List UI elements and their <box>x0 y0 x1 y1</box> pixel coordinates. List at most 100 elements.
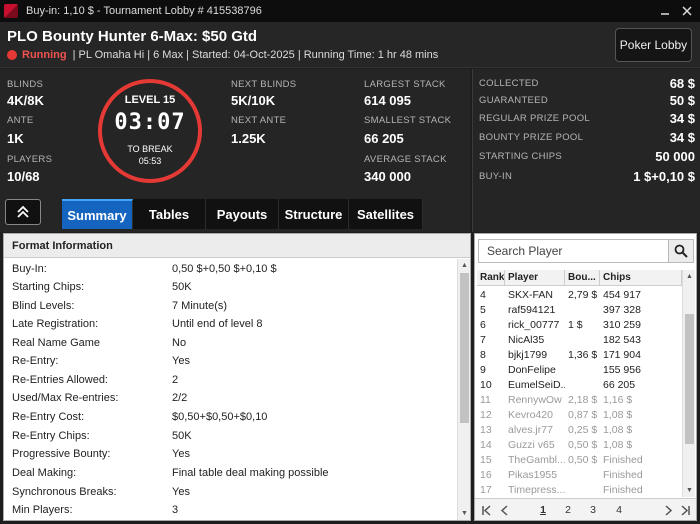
format-row: Buy-In: 0,50 $+0,50 $+0,10 $ <box>12 263 277 275</box>
format-row: Synchronous Breaks: Yes <box>12 486 190 498</box>
table-row[interactable]: 6 rick_00777 1 $310 259 <box>477 317 682 332</box>
column-chips[interactable]: Chips <box>600 270 682 285</box>
poker-lobby-button[interactable]: Poker Lobby <box>615 28 692 62</box>
scrollbar-thumb[interactable] <box>685 314 694 444</box>
prize-info: COLLECTED 68 $ GUARANTEED 50 $ REGULAR P… <box>472 69 700 232</box>
window-title: Buy-in: 1,10 $ - Tournament Lobby # 4155… <box>26 5 262 17</box>
ante-label: ANTE <box>7 115 34 126</box>
tab-satellites[interactable]: Satellites <box>349 199 423 229</box>
first-page-icon[interactable] <box>479 503 493 517</box>
to-break-label: TO BREAK <box>127 144 173 154</box>
status-line: Running | PL Omaha Hi | 6 Max | Started:… <box>7 49 438 61</box>
average-stack-label: AVERAGE STACK <box>364 154 447 165</box>
scroll-down-icon[interactable]: ▼ <box>683 484 696 496</box>
minimize-icon[interactable] <box>656 2 674 20</box>
smallest-stack-value: 66 205 <box>364 131 404 146</box>
prize-row: GUARANTEED 50 $ <box>479 92 695 108</box>
prize-row: REGULAR PRIZE POOL 34 $ <box>479 110 695 126</box>
prize-row: STARTING CHIPS 50 000 <box>479 148 695 164</box>
smallest-stack-label: SMALLEST STACK <box>364 115 452 126</box>
next-ante-value: 1.25K <box>231 131 266 146</box>
table-row[interactable]: 10 EumelSeiD.. 66 205 <box>477 377 682 392</box>
next-page-icon[interactable] <box>661 503 675 517</box>
players-pagination: 1 2 3 4 <box>475 498 696 520</box>
format-row: Min Players: 3 <box>12 504 179 516</box>
players-value: 10/68 <box>7 169 40 184</box>
format-title: Format Information <box>4 234 470 258</box>
close-icon[interactable] <box>678 2 696 20</box>
prize-row: BUY-IN 1 $+0,10 $ <box>479 168 695 184</box>
prev-page-icon[interactable] <box>497 503 511 517</box>
page-link[interactable]: 2 <box>561 503 575 517</box>
search-icon <box>674 244 688 258</box>
format-row: Starting Chips: 50K <box>12 281 192 293</box>
collapse-button[interactable] <box>5 199 41 225</box>
format-row: Real Name Game No <box>12 337 187 349</box>
table-row[interactable]: 9 DonFelipe 155 956 <box>477 362 682 377</box>
table-row[interactable]: 14 Guzzi v65 0,50 $1,08 $ <box>477 437 682 452</box>
to-break-timer: 05:53 <box>138 156 162 166</box>
tab-tables[interactable]: Tables <box>133 199 206 229</box>
scroll-down-icon[interactable]: ▼ <box>458 507 471 519</box>
table-row[interactable]: 15 TheGambl... 0,50 $ Finished <box>477 452 682 467</box>
tab-payouts[interactable]: Payouts <box>206 199 279 229</box>
level-number: LEVEL 15 <box>124 94 176 106</box>
column-rank[interactable]: Rank <box>477 270 505 285</box>
scroll-up-icon[interactable]: ▲ <box>458 259 471 271</box>
format-row: Used/Max Re-entries: 2/2 <box>12 392 188 404</box>
largest-stack-label: LARGEST STACK <box>364 79 446 90</box>
search-button[interactable] <box>668 239 694 263</box>
blinds-value: 4K/8K <box>7 93 44 108</box>
level-clock: LEVEL 15 03:07 TO BREAK 05:53 <box>98 79 202 183</box>
largest-stack-value: 614 095 <box>364 93 411 108</box>
table-row[interactable]: 16 Pikas1955 Finished <box>477 467 682 482</box>
search-input[interactable]: Search Player <box>478 239 669 263</box>
prize-row: COLLECTED 68 $ <box>479 75 695 91</box>
format-scrollbar[interactable]: ▲ ▼ <box>457 259 470 520</box>
last-page-icon[interactable] <box>678 503 692 517</box>
next-ante-label: NEXT ANTE <box>231 115 287 126</box>
scrollbar-thumb[interactable] <box>460 273 469 423</box>
page-link[interactable]: 3 <box>586 503 600 517</box>
ante-value: 1K <box>7 131 24 146</box>
table-row[interactable]: 7 NicAl35 182 543 <box>477 332 682 347</box>
format-row: Progressive Bounty: Yes <box>12 448 190 460</box>
table-row[interactable]: 11 RennywOw 2,18 $1,16 $ <box>477 392 682 407</box>
table-row[interactable]: 12 Kevro420 0,87 $1,08 $ <box>477 407 682 422</box>
average-stack-value: 340 000 <box>364 169 411 184</box>
scroll-up-icon[interactable]: ▲ <box>683 270 696 282</box>
title-bar: Buy-in: 1,10 $ - Tournament Lobby # 4155… <box>0 0 700 22</box>
players-scrollbar[interactable]: ▲ ▼ <box>682 270 695 497</box>
level-timer: 03:07 <box>114 110 186 135</box>
tab-structure[interactable]: Structure <box>279 199 349 229</box>
next-blinds-label: NEXT BLINDS <box>231 79 297 90</box>
table-row[interactable]: 17 Timepress... Finished <box>477 482 682 497</box>
app-logo-icon <box>4 4 18 18</box>
status-badge: Running <box>22 49 67 61</box>
players-panel: Search Player Rank Player Bou... Chips 4… <box>474 233 697 521</box>
table-row[interactable]: 13 alves.jr77 0,25 $1,08 $ <box>477 422 682 437</box>
page-link[interactable]: 1 <box>536 503 550 517</box>
status-dot-icon <box>7 50 17 60</box>
tournament-info: | PL Omaha Hi | 6 Max | Started: 04-Oct-… <box>72 49 439 61</box>
table-row[interactable]: 5 raf594121 397 328 <box>477 302 682 317</box>
column-bounty[interactable]: Bou... <box>565 270 600 285</box>
format-row: Re-Entry Chips: 50K <box>12 430 192 442</box>
tournament-header: PLO Bounty Hunter 6-Max: $50 Gtd Running… <box>0 22 700 68</box>
double-chevron-up-icon <box>17 205 29 218</box>
players-label: PLAYERS <box>7 154 53 165</box>
table-row[interactable]: 4 SKX-FAN 2,79 $454 917 <box>477 287 682 302</box>
table-row[interactable]: 8 bjkj1799 1,36 $171 904 <box>477 347 682 362</box>
tab-summary[interactable]: Summary <box>62 199 133 229</box>
format-information-panel: Format Information Buy-In: 0,50 $+0,50 $+… <box>3 233 471 521</box>
format-row: Blind Levels: 7 Minute(s) <box>12 300 228 312</box>
players-table-header: Rank Player Bou... Chips <box>477 270 682 286</box>
format-row: Deal Making: Final table deal making poss… <box>12 467 329 479</box>
column-player[interactable]: Player <box>505 270 565 285</box>
format-row: Re-Entry Cost: $0,50+$0,50+$0,10 <box>12 411 268 423</box>
page-link[interactable]: 4 <box>612 503 626 517</box>
next-blinds-value: 5K/10K <box>231 93 276 108</box>
format-row: Re-Entry: Yes <box>12 355 190 367</box>
blinds-label: BLINDS <box>7 79 44 90</box>
format-row: Late Registration: Until end of level 8 <box>12 318 263 330</box>
